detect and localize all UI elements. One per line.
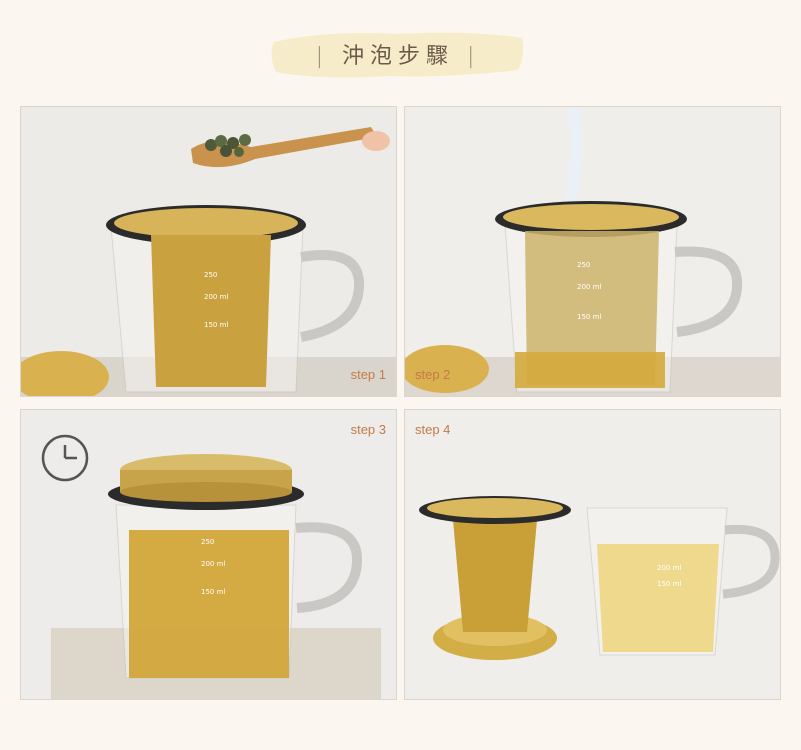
step-3-illustration: 250 200 ml 150 ml <box>21 410 396 699</box>
scale-mark-150: 150 ml <box>204 321 228 329</box>
hand <box>362 131 390 151</box>
step-4-label: step 4 <box>415 422 451 437</box>
title-bar-right: | <box>467 44 481 69</box>
gold-infuser <box>151 235 271 387</box>
step-3-label: step 3 <box>350 422 386 437</box>
step-2-illustration: 250 200 ml 150 ml <box>405 107 780 396</box>
step-4-panel: 200 ml 150 ml step 4 <box>404 409 781 700</box>
section-header: | 沖泡步驟 | <box>268 18 528 90</box>
step-1-illustration: 250 200 ml 150 ml <box>21 107 396 396</box>
title-bar-left: | <box>315 44 329 69</box>
brewed-tea-infuser <box>129 530 289 678</box>
scale-mark-250: 250 <box>577 261 590 269</box>
scale-mark-150: 150 ml <box>577 313 601 321</box>
scale-mark-200: 200 ml <box>201 560 225 568</box>
step-4-illustration: 200 ml 150 ml <box>405 410 780 699</box>
scale-mark-250: 250 <box>201 538 214 546</box>
step-2-label: step 2 <box>415 367 451 382</box>
scale-mark-150: 150 ml <box>657 580 681 588</box>
scale-mark-250: 250 <box>204 271 217 279</box>
scale-mark-200: 200 ml <box>577 283 601 291</box>
step-2-panel: 250 200 ml 150 ml step 2 <box>404 106 781 397</box>
title-text: 沖泡步驟 <box>341 44 454 69</box>
scale-mark-150: 150 ml <box>201 588 225 596</box>
scale-mark-200: 200 ml <box>657 564 681 572</box>
brewed-tea <box>597 544 719 652</box>
step-1-panel: 250 200 ml 150 ml step 1 <box>20 106 397 397</box>
page-title: | 沖泡步驟 | <box>268 38 528 70</box>
gold-infuser <box>453 520 537 632</box>
scale-mark-200: 200 ml <box>204 293 228 301</box>
step-1-label: step 1 <box>350 367 386 382</box>
step-3-panel: 250 200 ml 150 ml step 3 <box>20 409 397 700</box>
